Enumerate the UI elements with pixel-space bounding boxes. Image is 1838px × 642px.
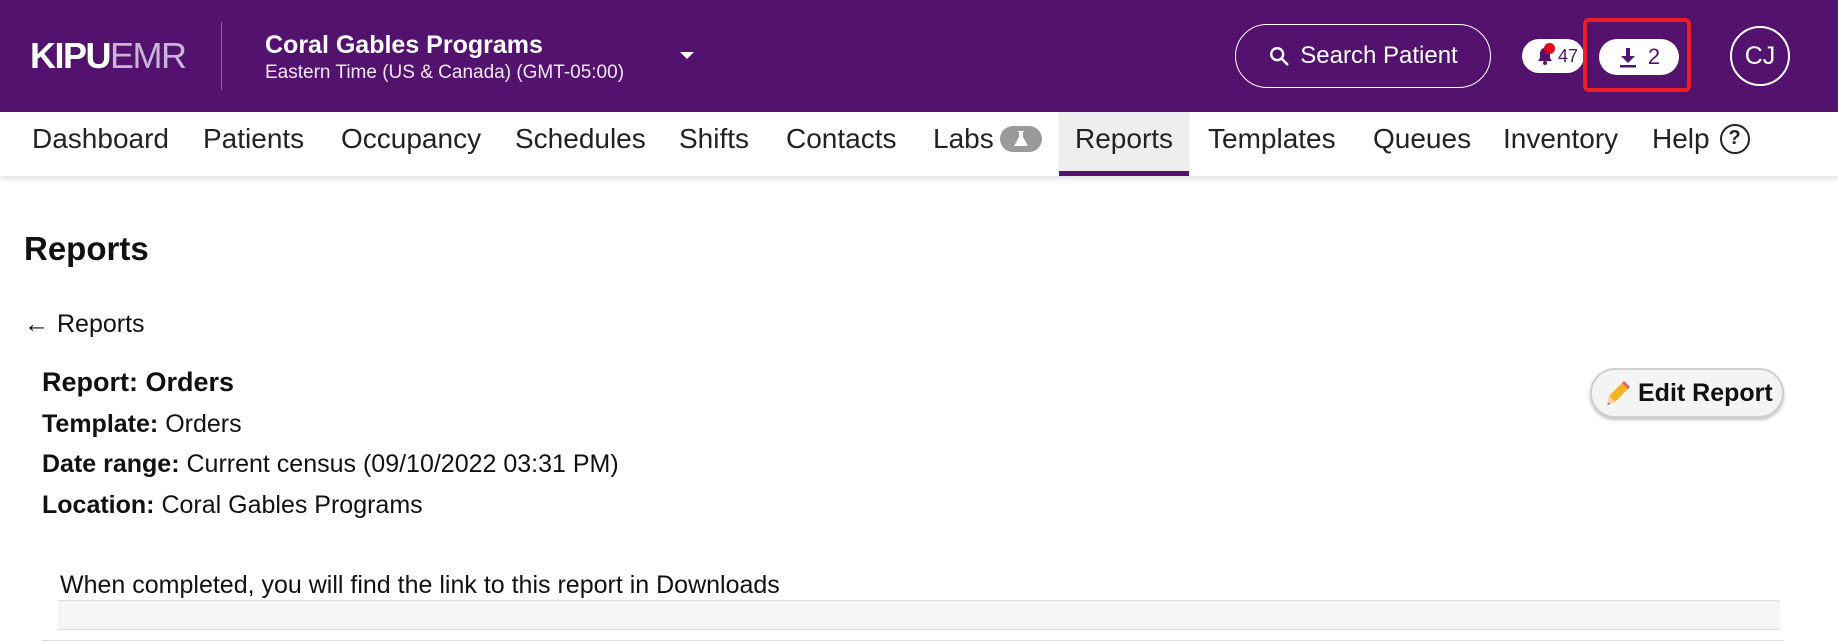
divider	[42, 640, 1784, 641]
report-notice: When completed, you will find the link t…	[60, 571, 780, 599]
kipu-logo[interactable]: KIPUEMR	[30, 35, 187, 76]
header-divider	[221, 22, 222, 90]
downloads-button[interactable]: 2	[1599, 39, 1679, 75]
nav-reports[interactable]: Reports	[1059, 112, 1190, 176]
template-value: Orders	[165, 410, 242, 438]
downloads-highlight: 2	[1583, 18, 1691, 92]
back-link-label: Reports	[57, 310, 145, 338]
arrow-left-icon: ←	[24, 310, 49, 338]
nav-queues[interactable]: Queues	[1357, 112, 1487, 176]
search-patient-label: Search Patient	[1300, 42, 1458, 69]
nav-shifts[interactable]: Shifts	[663, 112, 765, 176]
edit-report-button[interactable]: Edit Report	[1590, 368, 1784, 418]
nav-label: Dashboard	[32, 123, 169, 154]
nav-help[interactable]: Help?	[1636, 112, 1766, 176]
location-label: Location:	[42, 491, 155, 519]
question-circle-icon: ?	[1719, 123, 1750, 154]
search-icon	[1270, 47, 1289, 66]
nav-contacts[interactable]: Contacts	[770, 112, 913, 176]
labs-badge	[999, 125, 1042, 152]
location-value: Coral Gables Programs	[161, 491, 423, 519]
download-count: 2	[1647, 44, 1661, 69]
date-range-value: Current census (09/10/2022 03:31 PM)	[186, 450, 619, 478]
nav-label: Help	[1652, 123, 1710, 154]
nav-label: Shifts	[679, 123, 750, 154]
flask-icon	[1013, 130, 1028, 146]
report-location: Location: Coral Gables Programs	[42, 489, 423, 521]
nav-label: Reports	[1075, 123, 1174, 154]
nav-labs[interactable]: Labs	[917, 112, 1058, 176]
user-avatar[interactable]: CJ	[1730, 26, 1790, 86]
nav-label: Templates	[1208, 123, 1336, 154]
date-range-label: Date range:	[42, 450, 180, 478]
report-template: Template: Orders	[42, 408, 242, 440]
search-patient-button[interactable]: Search Patient	[1235, 24, 1491, 88]
nav-label: Occupancy	[341, 123, 482, 154]
nav-templates[interactable]: Templates	[1192, 112, 1352, 176]
top-header: KIPUEMR Coral Gables Programs Eastern Ti…	[0, 0, 1838, 112]
notification-dot	[1544, 43, 1555, 54]
caret-down-icon[interactable]	[680, 52, 694, 59]
nav-schedules[interactable]: Schedules	[499, 112, 662, 176]
notifications-button[interactable]: 47	[1522, 39, 1584, 73]
template-label: Template:	[42, 410, 159, 438]
nav-occupancy[interactable]: Occupancy	[325, 112, 497, 176]
pencil-icon	[1607, 381, 1630, 405]
table-row	[58, 600, 1780, 630]
download-icon	[1619, 48, 1636, 68]
logo-primary: KIPU	[30, 35, 112, 76]
nav-label: Inventory	[1503, 123, 1619, 154]
nav-inventory[interactable]: Inventory	[1487, 112, 1634, 176]
page-title: Reports	[24, 230, 149, 267]
location-selector[interactable]: Coral Gables Programs Eastern Time (US &…	[265, 30, 624, 86]
nav-patients[interactable]: Patients	[187, 112, 320, 176]
report-heading: Report: Orders	[42, 367, 235, 397]
nav-dashboard[interactable]: Dashboard	[16, 112, 185, 176]
location-timezone: Eastern Time (US & Canada) (GMT-05:00)	[265, 62, 625, 83]
edit-report-label: Edit Report	[1638, 378, 1773, 407]
logo-secondary: EMR	[110, 35, 187, 76]
nav-label: Contacts	[786, 123, 897, 154]
main-nav: Dashboard Patients Occupancy Schedules S…	[0, 112, 1838, 176]
location-name: Coral Gables Programs	[265, 31, 543, 59]
report-date-range: Date range: Current census (09/10/2022 0…	[42, 448, 619, 480]
nav-label: Labs	[933, 123, 994, 154]
nav-label: Schedules	[515, 123, 646, 154]
nav-label: Queues	[1373, 123, 1472, 154]
nav-label: Patients	[203, 123, 305, 154]
notification-count: 47	[1558, 45, 1579, 66]
back-to-reports-link[interactable]: ← Reports	[24, 308, 145, 340]
